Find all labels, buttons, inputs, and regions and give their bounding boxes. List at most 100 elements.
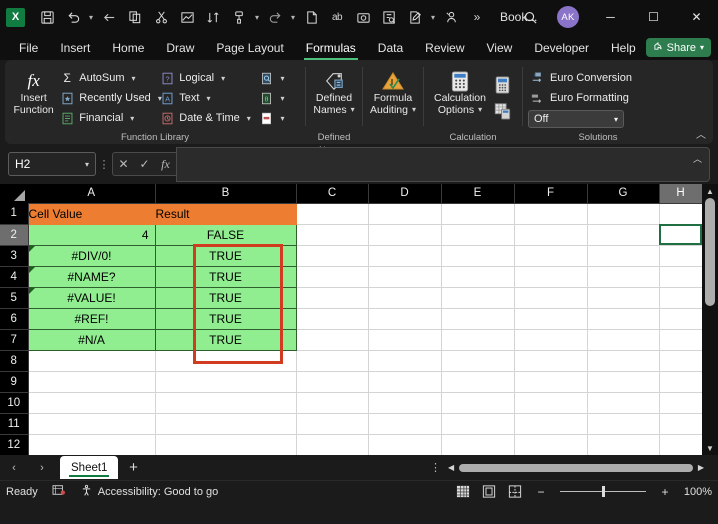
vertical-scrollbar[interactable]: ▲ ▼ — [702, 184, 718, 455]
cell-e9[interactable] — [441, 371, 515, 393]
chart-icon[interactable] — [174, 4, 200, 30]
cell-h12[interactable] — [659, 434, 703, 455]
ribbon-collapse-icon[interactable]: ︿ — [696, 126, 706, 141]
row-header-10[interactable]: 10 — [0, 392, 29, 414]
cell-e11[interactable] — [441, 413, 515, 435]
sheet-tab-sheet1[interactable]: Sheet1 — [60, 456, 119, 479]
zoom-slider[interactable] — [560, 482, 646, 502]
avatar[interactable]: AK — [557, 6, 579, 28]
cell-a12[interactable] — [28, 434, 156, 455]
cell-b4[interactable]: TRUE — [155, 266, 297, 288]
column-header-g[interactable]: G — [587, 184, 660, 204]
next-sheet-button[interactable]: › — [28, 455, 56, 480]
calculate-now-button[interactable] — [491, 72, 514, 98]
cell-a9[interactable] — [28, 371, 156, 393]
row-header-4[interactable]: 4 — [0, 266, 29, 288]
formula-input[interactable]: ︿ — [176, 146, 710, 182]
calculation-options-button[interactable]: Calculation Options ▾ — [429, 66, 491, 116]
tab-help[interactable]: Help — [600, 38, 647, 60]
cell-e2[interactable] — [441, 224, 515, 246]
cell-a6[interactable]: #REF! — [28, 308, 156, 330]
horizontal-scroll-thumb[interactable] — [459, 463, 693, 472]
undo-dropdown-caret-icon[interactable]: ▾ — [86, 4, 96, 30]
cell-c9[interactable] — [296, 371, 369, 393]
zoom-out-button[interactable]: − — [528, 482, 554, 502]
new-file-icon[interactable] — [298, 4, 324, 30]
normal-view-button[interactable] — [450, 482, 476, 502]
cell-f12[interactable] — [514, 434, 588, 455]
tab-formulas[interactable]: Formulas — [295, 38, 367, 60]
row-header-1[interactable]: 1 — [0, 203, 29, 225]
camera-icon[interactable] — [350, 4, 376, 30]
cell-g9[interactable] — [587, 371, 660, 393]
redo-dropdown-caret-icon[interactable]: ▾ — [288, 4, 298, 30]
cell-c3[interactable] — [296, 245, 369, 267]
row-header-9[interactable]: 9 — [0, 371, 29, 393]
cell-d1[interactable] — [368, 203, 442, 225]
cell-b11[interactable] — [155, 413, 297, 435]
tab-insert[interactable]: Insert — [49, 38, 101, 60]
financial-caret-icon[interactable]: ▾ — [130, 114, 134, 123]
scroll-up-icon[interactable]: ▲ — [706, 184, 714, 198]
accessibility-status[interactable]: Accessibility: Good to go — [80, 484, 218, 500]
copy-icon[interactable] — [122, 4, 148, 30]
solutions-select[interactable]: Off ▾ — [528, 110, 624, 128]
cell-g8[interactable] — [587, 350, 660, 372]
horizontal-scrollbar[interactable]: ◀ ▶ — [448, 461, 704, 474]
cell-f4[interactable] — [514, 266, 588, 288]
autosum-button[interactable]: Σ AutoSum ▾ — [57, 68, 157, 88]
cell-b9[interactable] — [155, 371, 297, 393]
page-layout-view-button[interactable] — [476, 482, 502, 502]
tab-home[interactable]: Home — [101, 38, 155, 60]
math-trig-caret-icon[interactable]: ▾ — [281, 94, 285, 103]
zoom-in-button[interactable]: + — [652, 482, 678, 502]
undo-icon[interactable] — [60, 4, 86, 30]
cell-c2[interactable] — [296, 224, 369, 246]
autosum-caret-icon[interactable]: ▾ — [132, 74, 136, 83]
row-header-8[interactable]: 8 — [0, 350, 29, 372]
cell-b6[interactable]: TRUE — [155, 308, 297, 330]
select-all-corner[interactable] — [0, 184, 28, 203]
row-header-6[interactable]: 6 — [0, 308, 29, 330]
more-functions-button[interactable]: ▾ — [257, 108, 300, 128]
calculation-options-caret-icon[interactable]: ▾ — [478, 104, 482, 116]
cell-c11[interactable] — [296, 413, 369, 435]
insert-function-icon[interactable]: fx — [155, 157, 176, 172]
cell-c12[interactable] — [296, 434, 369, 455]
cell-h5[interactable] — [659, 287, 703, 309]
more-functions-caret-icon[interactable]: ▾ — [281, 114, 285, 123]
cell-c4[interactable] — [296, 266, 369, 288]
cell-a5[interactable]: #VALUE! — [28, 287, 156, 309]
cell-e10[interactable] — [441, 392, 515, 414]
cell-e5[interactable] — [441, 287, 515, 309]
tab-page-layout[interactable]: Page Layout — [205, 38, 294, 60]
redo-arrow-icon[interactable] — [96, 4, 122, 30]
scroll-left-icon[interactable]: ◀ — [448, 463, 454, 472]
column-header-b[interactable]: B — [155, 184, 297, 204]
cell-d5[interactable] — [368, 287, 442, 309]
cell-c6[interactable] — [296, 308, 369, 330]
page-break-view-button[interactable] — [502, 482, 528, 502]
cell-h8[interactable] — [659, 350, 703, 372]
lookup-reference-button[interactable]: ▾ — [257, 68, 300, 88]
cell-d9[interactable] — [368, 371, 442, 393]
cell-h10[interactable] — [659, 392, 703, 414]
cell-c8[interactable] — [296, 350, 369, 372]
cell-h7[interactable] — [659, 329, 703, 351]
formula-auditing-button[interactable]: Formula Auditing ▾ — [368, 66, 418, 116]
redo-icon[interactable] — [262, 4, 288, 30]
scroll-down-icon[interactable]: ▼ — [706, 441, 714, 455]
spelling-icon[interactable]: ab — [324, 4, 350, 30]
tab-review[interactable]: Review — [414, 38, 475, 60]
cell-a4[interactable]: #NAME? — [28, 266, 156, 288]
lookup-reference-caret-icon[interactable]: ▾ — [281, 74, 285, 83]
previous-sheet-button[interactable]: ‹ — [0, 455, 28, 480]
cell-b3[interactable]: TRUE — [155, 245, 297, 267]
cell-g3[interactable] — [587, 245, 660, 267]
expand-formula-bar-icon[interactable]: ︿ — [693, 152, 702, 165]
scroll-right-icon[interactable]: ▶ — [698, 463, 704, 472]
math-trig-button[interactable]: θ ▾ — [257, 88, 300, 108]
zoom-slider-handle[interactable] — [602, 486, 605, 497]
row-header-5[interactable]: 5 — [0, 287, 29, 309]
cell-b10[interactable] — [155, 392, 297, 414]
